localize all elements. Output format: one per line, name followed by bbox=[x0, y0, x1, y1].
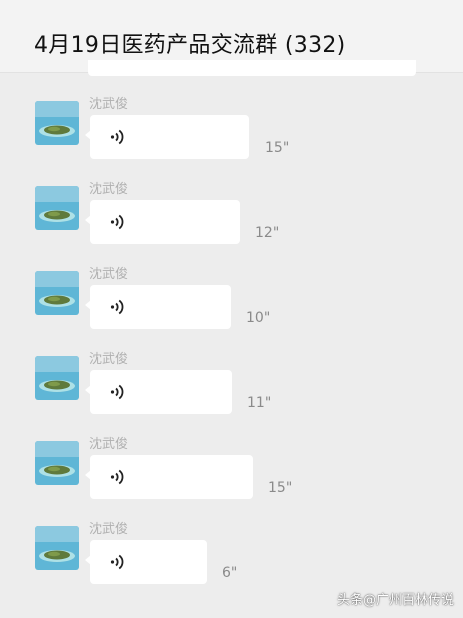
voice-wave-icon bbox=[110, 469, 124, 485]
message-item: 沈武俊 6" bbox=[0, 518, 463, 598]
voice-duration: 11" bbox=[247, 395, 272, 411]
voice-wave-icon bbox=[110, 384, 124, 400]
voice-message-bubble[interactable] bbox=[85, 540, 207, 584]
voice-message-bubble[interactable] bbox=[85, 455, 253, 499]
voice-message-bubble[interactable] bbox=[85, 115, 249, 159]
voice-duration: 6" bbox=[222, 565, 238, 581]
message-item: 沈武俊 11" bbox=[0, 348, 463, 428]
sender-name: 沈武俊 bbox=[89, 352, 129, 367]
voice-message-bubble[interactable] bbox=[85, 200, 240, 244]
message-item: 沈武俊 15" bbox=[0, 93, 463, 173]
watermark: 头条@广州百林传说 bbox=[336, 593, 454, 608]
avatar[interactable] bbox=[35, 186, 79, 230]
sender-name: 沈武俊 bbox=[89, 437, 129, 452]
sender-name: 沈武俊 bbox=[89, 97, 129, 112]
chat-title: 4月19日医药产品交流群 (332) bbox=[34, 33, 346, 58]
message-item: 沈武俊 12" bbox=[0, 178, 463, 258]
voice-wave-icon bbox=[110, 299, 124, 315]
avatar[interactable] bbox=[35, 441, 79, 485]
voice-wave-icon bbox=[110, 554, 124, 570]
message-item: 沈武俊 10" bbox=[0, 263, 463, 343]
sender-name: 沈武俊 bbox=[89, 522, 129, 537]
previous-message-bubble[interactable] bbox=[88, 60, 416, 76]
avatar[interactable] bbox=[35, 356, 79, 400]
avatar[interactable] bbox=[35, 271, 79, 315]
voice-duration: 15" bbox=[265, 140, 290, 156]
voice-message-bubble[interactable] bbox=[85, 370, 232, 414]
voice-duration: 10" bbox=[246, 310, 271, 326]
voice-message-bubble[interactable] bbox=[85, 285, 231, 329]
message-item: 沈武俊 15" bbox=[0, 433, 463, 513]
voice-wave-icon bbox=[110, 129, 124, 145]
voice-duration: 12" bbox=[255, 225, 280, 241]
sender-name: 沈武俊 bbox=[89, 182, 129, 197]
sender-name: 沈武俊 bbox=[89, 267, 129, 282]
voice-wave-icon bbox=[110, 214, 124, 230]
voice-duration: 15" bbox=[268, 480, 293, 496]
avatar[interactable] bbox=[35, 101, 79, 145]
avatar[interactable] bbox=[35, 526, 79, 570]
